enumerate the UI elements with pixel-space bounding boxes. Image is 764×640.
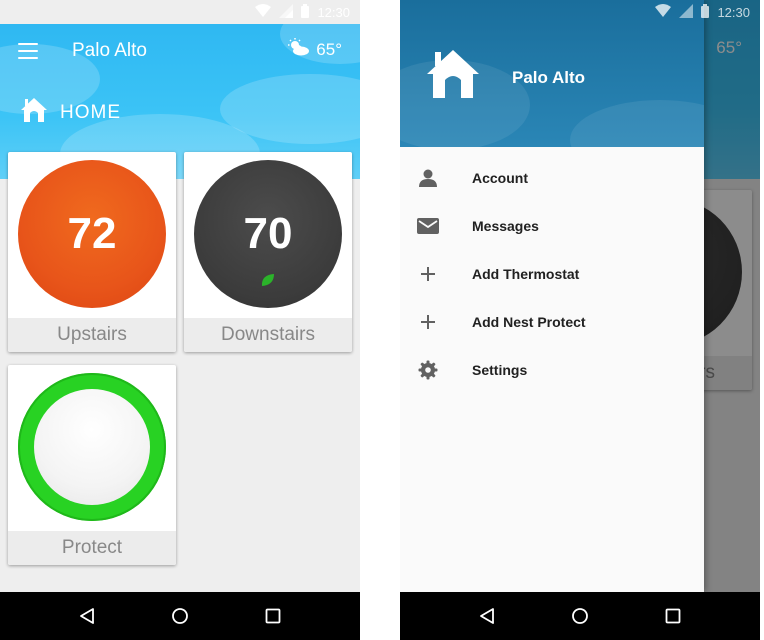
status-bar: 12:30 [0,0,360,24]
recents-square-icon [665,608,681,624]
thermostat-card-upstairs[interactable]: 72 Upstairs [8,152,176,352]
drawer-item-add-thermostat[interactable]: Add Thermostat [400,250,704,298]
drawer-item-account[interactable]: Account [400,154,704,202]
thermostat-dial[interactable]: 70 [194,160,342,308]
navigation-bar [400,592,760,640]
drawer-title: Palo Alto [512,68,586,87]
home-section-header: HOME [20,97,121,128]
home-button[interactable] [160,596,200,636]
person-icon [416,166,440,190]
drawer-item-label: Add Nest Protect [472,314,586,330]
mail-icon [416,214,440,238]
device-label: Downstairs [184,318,352,352]
location-title: Palo Alto [72,40,147,61]
drawer-item-add-nest-protect[interactable]: Add Nest Protect [400,298,704,346]
device-label: Upstairs [8,318,176,352]
home-screen: 12:30 Palo Alto 65° HOME 72 Upstairs 70 [0,0,360,640]
home-circle-icon [172,608,188,624]
thermostat-temperature: 72 [67,209,117,258]
partly-cloudy-icon [286,38,310,61]
recents-button[interactable] [253,596,293,636]
menu-button[interactable] [18,43,38,59]
navigation-bar [0,592,360,640]
back-button[interactable] [467,596,507,636]
thermostat-dial[interactable]: 72 [18,160,166,308]
drawer-menu: Account Messages Add Thermostat Add Nest… [400,154,704,394]
gear-icon [416,358,440,382]
recents-square-icon [265,608,281,624]
thermostat-card-downstairs[interactable]: 70 Downstairs [184,152,352,352]
protect-ring[interactable] [18,373,166,521]
navigation-drawer: Palo Alto Account Messages Add Thermosta… [400,0,704,592]
signal-icon [679,3,694,21]
drawer-item-label: Account [472,170,528,186]
protect-center [34,389,150,505]
home-button[interactable] [560,596,600,636]
back-button[interactable] [67,596,107,636]
protect-card[interactable]: Protect [8,365,176,565]
wifi-icon [655,3,672,21]
back-triangle-icon [79,608,94,624]
house-icon [20,97,48,128]
outdoor-temperature: 65° [316,39,342,59]
eco-leaf-icon [261,248,275,298]
drawer-item-settings[interactable]: Settings [400,346,704,394]
status-time: 12:30 [717,4,750,20]
status-time: 12:30 [317,4,350,20]
battery-icon [701,3,710,21]
home-label: HOME [60,101,121,123]
recents-button[interactable] [653,596,693,636]
drawer-item-label: Add Thermostat [472,266,580,282]
status-bar: 12:30 [400,0,760,24]
drawer-item-label: Settings [472,362,528,378]
signal-icon [279,3,294,21]
drawer-screen: 65° Downstairs 12:30 Palo Alto [400,0,760,640]
house-icon [424,48,482,105]
drawer-item-label: Messages [472,218,539,234]
drawer-item-messages[interactable]: Messages [400,202,704,250]
weather-widget: 65° [286,38,342,61]
back-triangle-icon [479,608,494,624]
plus-icon [416,310,440,334]
device-label: Protect [8,531,176,565]
home-circle-icon [572,608,588,624]
battery-icon [301,3,310,21]
plus-icon [416,262,440,286]
wifi-icon [255,3,272,21]
